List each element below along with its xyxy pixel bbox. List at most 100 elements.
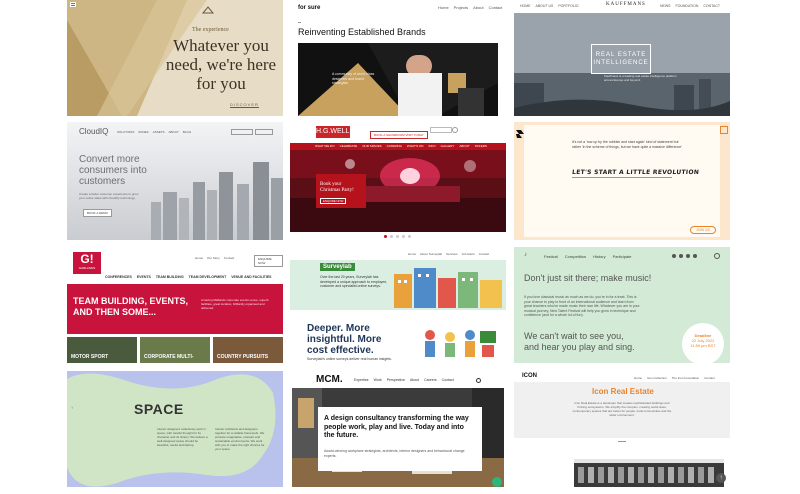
mcm-logo[interactable]: MCM.: [316, 374, 343, 385]
nav-team-development[interactable]: TEAM DEVELOPMENT: [189, 275, 227, 279]
nav-what-we-do[interactable]: WHAT WE DO: [315, 143, 335, 150]
nav-home[interactable]: HOME: [520, 4, 531, 8]
tile-wey[interactable]: The experience Whatever you need, we're …: [67, 0, 283, 116]
search-icon[interactable]: [452, 127, 458, 133]
nav-catering[interactable]: CATERING: [387, 143, 402, 150]
col-2-text: Interior architects and designers togeth…: [215, 427, 265, 451]
nav-contact[interactable]: Contact: [224, 256, 234, 260]
nav-about[interactable]: ABOUT: [169, 130, 179, 134]
nav-events[interactable]: EVENTS: [137, 275, 151, 279]
hgwells-logo[interactable]: H.G.WELLS: [316, 126, 354, 138]
enquire-button[interactable]: ENQUIRE NOW: [254, 255, 283, 267]
tile-revolution[interactable]: It's not a 'row up by the rubbish and st…: [514, 122, 730, 240]
nav-our-spaces[interactable]: OUR SPACES: [362, 143, 381, 150]
tile-hgwells[interactable]: H.G.WELLS BOOK A SHOWROOM VISIT TODAY WH…: [290, 122, 506, 240]
tile-forsure[interactable]: for sure Home Projects About Contact Rei…: [290, 0, 506, 116]
nav-assets[interactable]: ASSETS: [153, 130, 165, 134]
nav-expertise[interactable]: Expertise: [354, 378, 369, 382]
nav-info[interactable]: INFO: [428, 143, 435, 150]
nav-venue[interactable]: VENUE AND FACILITIES: [231, 275, 271, 279]
nav-contact[interactable]: CONTACT: [703, 4, 720, 8]
cloudiq-logo[interactable]: CloudIQ: [79, 127, 108, 136]
nav-work[interactable]: Work: [374, 378, 382, 382]
header-button-1[interactable]: [231, 129, 253, 135]
brand-logo[interactable]: for sure: [298, 5, 320, 11]
nav-portfolio[interactable]: PORTFOLIO: [558, 4, 578, 8]
tile-cloudiq[interactable]: CloudIQ SOLUTIONS ZONES ASSETS ABOUT BLO…: [67, 122, 283, 240]
nav-home[interactable]: Home: [408, 252, 416, 256]
nav-offers[interactable]: OFFERS: [475, 143, 487, 150]
nav-our-story[interactable]: Our Story: [207, 256, 220, 260]
nav-contact[interactable]: Contact: [442, 378, 454, 382]
chat-bubble-icon[interactable]: [492, 477, 502, 487]
nav-zones[interactable]: ZONES: [138, 130, 148, 134]
hero-body: Create a better customer experience to g…: [79, 192, 139, 200]
nav-home[interactable]: Home: [634, 376, 642, 380]
tile-surveylab[interactable]: Home About Surveylab Services Job Alerts…: [290, 247, 506, 363]
nav-competition[interactable]: Competition: [565, 254, 586, 259]
nav-icon-collection[interactable]: Icon Collection: [647, 376, 667, 380]
nav-blog[interactable]: BLOG: [183, 130, 191, 134]
tile-music[interactable]: ♪ Festival Competition History Participa…: [514, 247, 730, 363]
nav-contact[interactable]: Contact: [489, 5, 503, 10]
card-motor-sport[interactable]: MOTOR SPORT: [67, 337, 137, 363]
nav-history[interactable]: History: [593, 254, 605, 259]
nav-conferences[interactable]: CONFERENCES: [105, 275, 132, 279]
nav-gallery[interactable]: GALLERY: [441, 143, 455, 150]
facebook-icon[interactable]: [672, 254, 676, 258]
youtube-icon[interactable]: [693, 254, 697, 258]
menu-icon[interactable]: [720, 126, 728, 134]
enquire-button[interactable]: ENQUIRE NOW: [320, 198, 347, 204]
garlands-logo[interactable]: G! GARLANDS: [73, 252, 101, 274]
nav-solutions[interactable]: SOLUTIONS: [117, 130, 134, 134]
nav-contact[interactable]: Contact: [479, 252, 489, 256]
nav-about[interactable]: About: [410, 378, 419, 382]
nav-careers[interactable]: Careers: [424, 378, 436, 382]
nav-festival[interactable]: Festival: [544, 254, 558, 259]
menu-icon[interactable]: [70, 2, 76, 7]
icon-logo[interactable]: ICON: [522, 373, 537, 379]
nav-about-us[interactable]: ABOUT US: [536, 4, 554, 8]
discover-link[interactable]: DISCOVER: [230, 102, 259, 108]
nav-icon-foundation[interactable]: The Icon Foundation: [672, 376, 700, 380]
side-arrow-icon[interactable]: ↑: [71, 405, 73, 410]
nav-foundation[interactable]: FOUNDATION: [676, 4, 699, 8]
instagram-icon[interactable]: [686, 254, 690, 258]
nav-participate[interactable]: Participate: [613, 254, 632, 259]
nav-projects[interactable]: Projects: [454, 5, 468, 10]
tile-icon[interactable]: ICON Home Icon Collection The Icon Found…: [514, 371, 730, 487]
tile-kauffmans[interactable]: HOME ABOUT US PORTFOLIO KAUFFMANS NEWS F…: [514, 0, 730, 116]
nav-about[interactable]: ABOUT: [459, 143, 469, 150]
twitter-icon[interactable]: [679, 254, 683, 258]
nav-home[interactable]: Home: [438, 5, 449, 10]
card-country-pursuits[interactable]: COUNTRY PURSUITS: [213, 337, 283, 363]
nav-services[interactable]: Services: [446, 252, 458, 256]
card-corporate[interactable]: CORPORATE MULTI-: [140, 337, 210, 363]
nav-contact[interactable]: Contact: [704, 376, 714, 380]
nav-team-building[interactable]: TEAM BUILDING: [156, 275, 184, 279]
surveylab-logo[interactable]: Surveylab: [320, 263, 355, 271]
tile-mcm[interactable]: MCM. Expertise Work Perspective About Ca…: [290, 371, 506, 487]
join-us-button[interactable]: JOIN US: [690, 226, 716, 234]
carousel-dots[interactable]: [384, 235, 411, 238]
nav-about[interactable]: About: [473, 5, 483, 10]
headline-line-1: TEAM BUILDING, EVENTS,: [73, 296, 189, 306]
nav-home[interactable]: Home: [195, 256, 203, 260]
tile-garlands[interactable]: G! GARLANDS Home Our Story Contact ENQUI…: [67, 247, 283, 363]
header-button-2[interactable]: [255, 129, 273, 135]
brand-logo[interactable]: KAUFFMANS: [606, 2, 646, 7]
nav-celebrate[interactable]: CELEBRATE: [340, 143, 358, 150]
book-showroom-button[interactable]: BOOK A SHOWROOM VISIT TODAY: [370, 131, 428, 139]
search-icon[interactable]: [714, 253, 720, 259]
search-icon[interactable]: [476, 378, 481, 383]
nav-perspective[interactable]: Perspective: [387, 378, 405, 382]
music-logo-icon[interactable]: ♪: [524, 252, 527, 258]
tile-space[interactable]: ↑ SPACE Interior designers collectively …: [67, 371, 283, 487]
nav-about[interactable]: About Surveylab: [420, 252, 442, 256]
nav-whats-on[interactable]: WHAT'S ON: [407, 143, 424, 150]
book-demo-button[interactable]: BOOK A DEMO: [83, 209, 113, 217]
nav-job-alerts[interactable]: Job Alerts: [462, 252, 475, 256]
nav-news[interactable]: NEWS: [660, 4, 671, 8]
search-input[interactable]: [430, 127, 452, 133]
scroll-up-icon[interactable]: ↑: [716, 473, 726, 483]
